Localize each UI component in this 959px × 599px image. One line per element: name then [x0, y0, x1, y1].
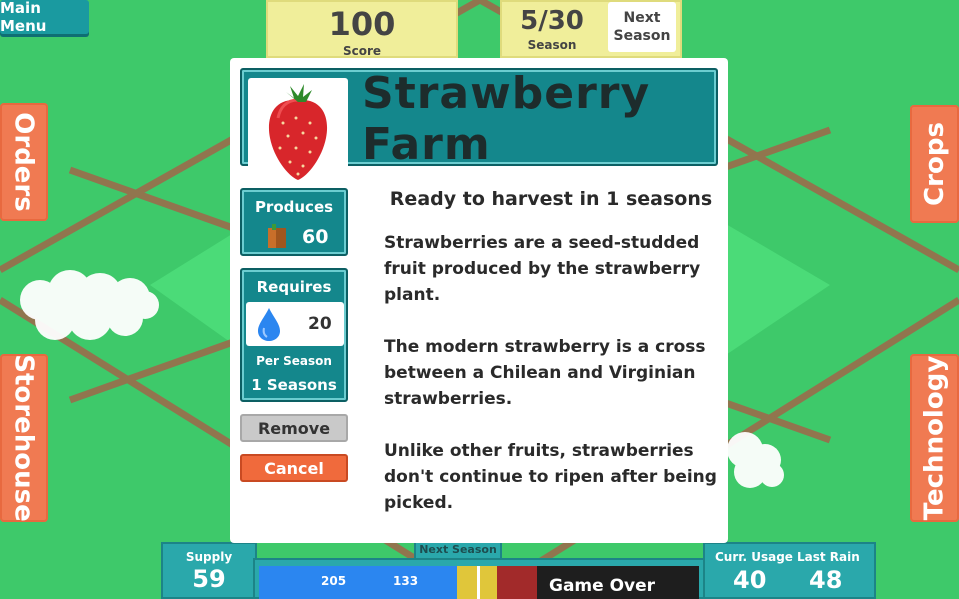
tab-storehouse-label: Storehouse: [9, 354, 39, 522]
cancel-button-label: Cancel: [264, 458, 324, 478]
supply-panel: Supply 59: [161, 542, 257, 599]
score-panel: 100 Score: [266, 0, 458, 58]
usage-panel: Curr. Usage 40 Last Rain 48: [703, 542, 876, 599]
requires-label: Requires: [256, 278, 332, 296]
water-value: 20: [308, 314, 332, 334]
tab-crops[interactable]: Crops: [910, 105, 959, 223]
requires-box: Requires 20 Per Season 1 Seasons: [240, 268, 348, 402]
description-paragraph-3: Unlike other fruits, strawberries don't …: [384, 441, 717, 513]
curr-usage-value: 40: [733, 566, 767, 594]
cancel-button[interactable]: Cancel: [240, 454, 348, 482]
produces-label: Produces: [254, 198, 334, 216]
harvest-status: Ready to harvest in 1 seasons: [389, 188, 713, 210]
last-rain-label: Last Rain: [797, 550, 860, 564]
score-value: 100: [328, 5, 396, 43]
supply-value: 59: [192, 565, 226, 593]
tab-orders[interactable]: Orders: [0, 103, 48, 221]
strawberry-icon: [248, 78, 348, 186]
supply-label: Supply: [185, 550, 233, 564]
tab-technology-label: Technology: [919, 355, 950, 521]
curr-usage-label: Curr. Usage: [715, 550, 793, 564]
tab-orders-label: Orders: [9, 112, 39, 212]
produces-value: 60: [302, 226, 329, 248]
next-season-bar-label: Next Season: [414, 540, 502, 560]
seasons-label: 1 Seasons: [251, 376, 337, 394]
cloud-left: [20, 270, 159, 340]
score-label: Score: [342, 44, 382, 58]
water-drop-icon: [256, 308, 282, 346]
remove-button-label: Remove: [257, 418, 331, 438]
red-bar-segment: [497, 566, 537, 599]
season-label: Season: [527, 38, 577, 52]
per-season-label: Per Season: [256, 354, 332, 368]
water-requirement: 20: [246, 302, 344, 346]
bar-value-2: 133: [393, 574, 419, 588]
bar-marker: [477, 566, 480, 599]
produces-box: Produces 60: [240, 188, 348, 256]
last-rain-value: 48: [809, 566, 843, 594]
modal-title: Strawberry Farm: [362, 68, 651, 170]
tab-crops-label: Crops: [919, 122, 950, 206]
next-season-button-label: Next Season: [613, 10, 671, 44]
tab-technology[interactable]: Technology: [910, 354, 959, 522]
main-menu-button[interactable]: Main Menu: [0, 0, 89, 35]
bar-value-1: 205: [321, 574, 347, 588]
crop-description: Ready to harvest in 1 seasons Strawberri…: [384, 186, 718, 521]
water-usage-bar: 205 133: [259, 566, 457, 599]
remove-button[interactable]: Remove: [240, 414, 348, 442]
next-season-button[interactable]: Next Season: [608, 2, 676, 52]
season-value: 5/30: [520, 6, 584, 36]
description-paragraph-2: The modern strawberry is a cross between…: [384, 337, 706, 409]
crate-icon: [266, 224, 288, 254]
tab-storehouse[interactable]: Storehouse: [0, 354, 48, 522]
farm-info-modal: Strawberry Farm Produces 60 Requires 20 …: [230, 58, 728, 543]
description-paragraph-1: Strawberries are a seed-studded fruit pr…: [384, 233, 701, 305]
game-stage: Main Menu 100 Score 5/30 Season Next Sea…: [0, 0, 959, 599]
game-over-label: Game Over: [537, 566, 699, 599]
